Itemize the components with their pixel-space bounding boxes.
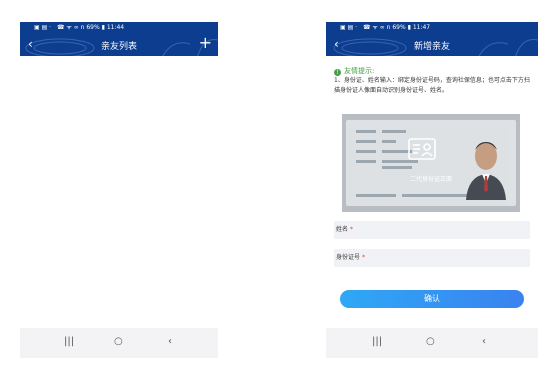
portrait-photo [466,142,506,200]
confirm-button[interactable]: 确认 [340,290,524,308]
info-icon: ! [334,69,341,76]
add-friend-screen: ▣ ▤ · ☎ ᯤ ∞ 𝗇 69% ▮ 11:47 ‹ 新增亲友 ! 友情提示: … [326,22,538,358]
add-friend-button[interactable]: + [199,34,212,52]
home-icon[interactable]: ○ [114,336,123,347]
page-title: 新增亲友 [413,42,450,52]
notification-icons: ▣ ▤ · [340,24,358,31]
required-mark: * [349,226,353,233]
required-mark: * [361,254,365,261]
system-nav-bar: ||| ○ ‹ [326,328,538,358]
id-number-label: 身份证号 [336,254,361,261]
friends-list-screen: ▣ ▤ · ☎ ᯤ ∞ 𝗇 69% ▮ 11:44 ‹ 亲友列表 + ||| ○… [20,22,218,358]
tip-heading: ! 友情提示: [334,66,374,76]
header-bar: ‹ 亲友列表 + [20,34,218,56]
tip-title: 友情提示: [344,67,375,75]
tip-text: 1、身份证、姓名输入：绑定身份证号码，查询社保信息；也可点击下方扫描身份证人像面… [334,77,530,94]
status-info: ☎ ᯤ ∞ 𝗇 69% ▮ 11:47 [362,24,431,31]
id-scan-icon [408,138,436,160]
name-field[interactable]: 姓名 * [334,221,530,239]
status-bar: ▣ ▤ · ☎ ᯤ ∞ 𝗇 69% ▮ 11:47 [326,22,538,34]
back-nav-icon[interactable]: ‹ [168,336,172,347]
id-number-field[interactable]: 身份证号 * [334,249,530,267]
home-icon[interactable]: ○ [426,336,435,347]
name-label: 姓名 [336,226,349,233]
id-card-scan-area[interactable]: 二代身份证正面 [342,114,520,212]
id-scan-caption: 二代身份证正面 [409,176,452,183]
header-bar: ‹ 新增亲友 [326,34,538,56]
system-nav-bar: ||| ○ ‹ [20,328,218,358]
notification-icons: ▣ ▤ · [34,24,52,31]
back-nav-icon[interactable]: ‹ [482,336,486,347]
recents-icon[interactable]: ||| [372,336,382,347]
status-bar: ▣ ▤ · ☎ ᯤ ∞ 𝗇 69% ▮ 11:44 [20,22,218,34]
page-title: 亲友列表 [100,42,137,52]
id-card-image [346,120,516,206]
recents-icon[interactable]: ||| [64,336,74,347]
status-info: ☎ ᯤ ∞ 𝗇 69% ▮ 11:44 [56,24,125,31]
